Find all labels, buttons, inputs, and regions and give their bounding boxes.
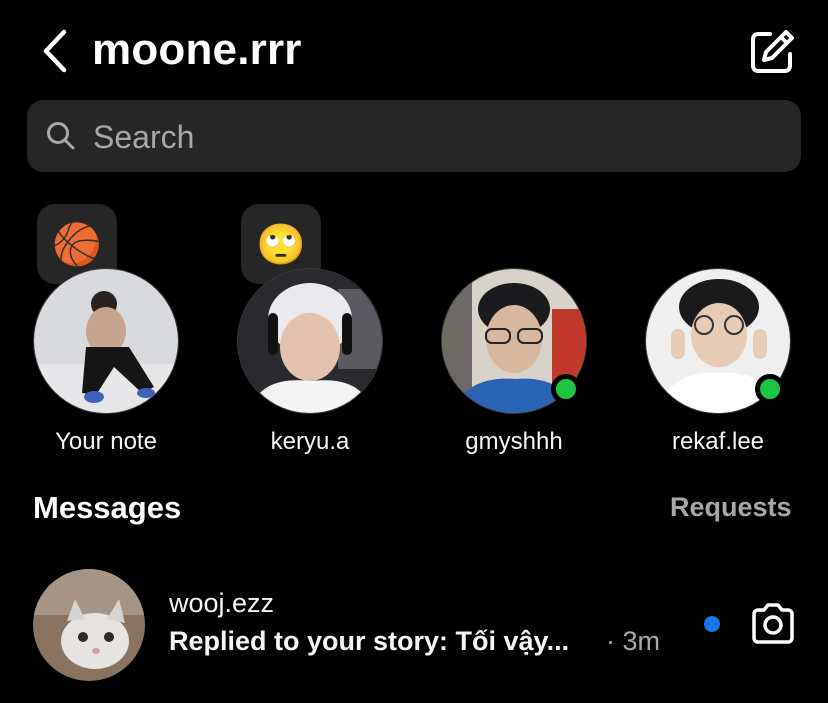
search-icon: [47, 122, 75, 150]
note-name: keryu.a: [270, 428, 350, 455]
avatar[interactable]: [33, 569, 145, 681]
note-name: gmyshhh: [465, 428, 563, 455]
note-name: rekaf.lee: [671, 428, 765, 455]
avatar[interactable]: [237, 268, 383, 414]
note-item-gmyshhh[interactable]: gmyshhh: [441, 204, 601, 464]
page-title[interactable]: moone.rrr: [92, 22, 302, 78]
message-timestamp: · 3m: [606, 626, 660, 656]
search-bar[interactable]: [27, 100, 801, 174]
new-message-button[interactable]: [748, 28, 796, 76]
conversation-row[interactable]: wooj.ezz Replied to your story: Tối vậy.…: [0, 560, 828, 690]
chevron-left-icon: [43, 29, 67, 73]
avatar[interactable]: [33, 268, 179, 414]
conversation-name: wooj.ezz: [169, 588, 275, 618]
online-status-dot: [755, 374, 785, 404]
search-input[interactable]: [91, 100, 785, 174]
requests-link[interactable]: Requests: [670, 492, 792, 523]
note-item-rekaf[interactable]: rekaf.lee: [645, 204, 805, 464]
unread-indicator: [704, 616, 720, 632]
camera-button[interactable]: [750, 602, 796, 644]
message-preview: Replied to your story: Tối vậy...: [169, 626, 570, 656]
online-status-dot: [551, 374, 581, 404]
messages-heading: Messages: [33, 490, 182, 525]
back-button[interactable]: [38, 28, 74, 74]
note-item-keryu[interactable]: 🙄 keryu.a: [237, 204, 397, 464]
camera-icon: [752, 603, 794, 644]
basketball-emoji: 🏀: [52, 222, 102, 267]
note-name: Your note: [55, 428, 157, 455]
edit-compose-icon: [751, 30, 794, 73]
eye-roll-emoji: 🙄: [256, 222, 306, 267]
note-item-your-note[interactable]: 🏀 Your note: [33, 204, 193, 464]
